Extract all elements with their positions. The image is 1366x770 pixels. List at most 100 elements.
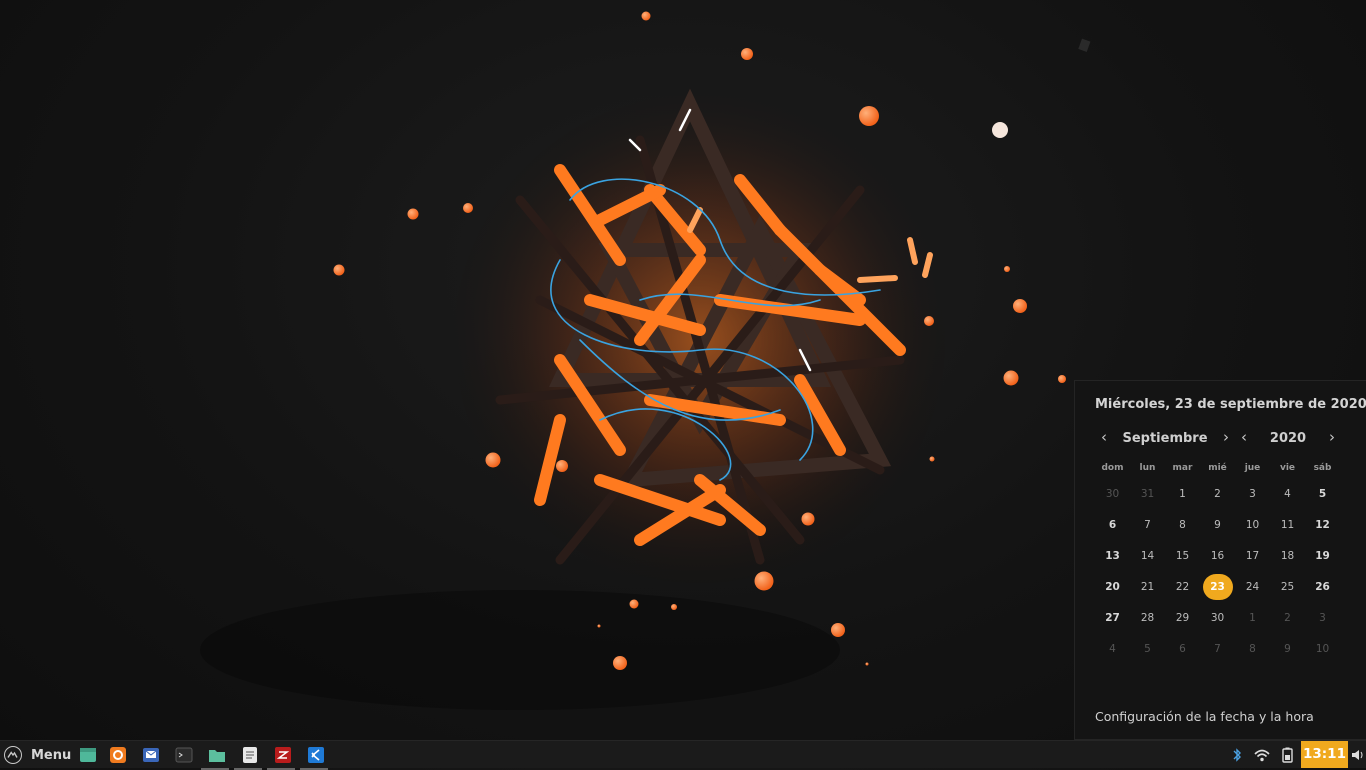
calendar-day-number: 6 [1179, 643, 1186, 655]
calendar-day[interactable]: 19 [1305, 541, 1340, 572]
menu-label: Menu [31, 747, 72, 763]
calendar-day-number: 6 [1108, 519, 1117, 531]
calendar-day[interactable]: 28 [1130, 603, 1165, 634]
calendar-day[interactable]: 24 [1235, 572, 1270, 603]
calendar-day[interactable]: 14 [1130, 541, 1165, 572]
calendar-popup: Miércoles, 23 de septiembre de 2020 ‹ Se… [1074, 380, 1366, 740]
calendar-day-number: 3 [1249, 488, 1256, 500]
weekday-label: lun [1139, 463, 1156, 473]
calendar-day-number: 13 [1105, 550, 1120, 562]
weekday-label: dom [1101, 463, 1124, 473]
calendar-day-number: 29 [1175, 612, 1190, 624]
calendar-day[interactable]: 4 [1095, 634, 1130, 665]
calendar-day-number: 7 [1144, 519, 1151, 531]
calendar-day-number: 10 [1245, 519, 1260, 531]
calendar-day[interactable]: 1 [1165, 479, 1200, 510]
calendar-day-number: 9 [1214, 519, 1221, 531]
weekday-label: jue [1244, 463, 1261, 473]
calendar-day[interactable]: 21 [1130, 572, 1165, 603]
battery-icon[interactable] [1276, 745, 1298, 765]
calendar-day[interactable]: 6 [1095, 510, 1130, 541]
calendar-day[interactable]: 3 [1235, 479, 1270, 510]
calendar-day-number: 7 [1214, 643, 1221, 655]
calendar-year: 2020 [1269, 431, 1307, 446]
calendar-day[interactable]: 30 [1200, 603, 1235, 634]
calendar-day[interactable]: 5 [1305, 479, 1340, 510]
wifi-icon[interactable] [1251, 745, 1273, 765]
calendar-day[interactable]: 31 [1130, 479, 1165, 510]
calendar-day-number: 8 [1179, 519, 1186, 531]
menu-button[interactable]: Menu [2, 743, 71, 767]
calendar-day[interactable]: 18 [1270, 541, 1305, 572]
calendar-day[interactable]: 8 [1235, 634, 1270, 665]
terminal-icon[interactable] [174, 745, 194, 765]
calendar-day[interactable]: 6 [1165, 634, 1200, 665]
calendar-grid: dom lun mar mié jue vie sáb 30 31 1 2 3 4 5 6 7 8… [1095, 457, 1359, 665]
calendar-day[interactable]: 16 [1200, 541, 1235, 572]
show-desktop-icon[interactable] [78, 745, 98, 765]
mail-icon[interactable] [141, 745, 161, 765]
chevron-right-icon[interactable]: › [1324, 429, 1340, 445]
date-time-settings-link[interactable]: Configuración de la fecha y la hora [1095, 709, 1314, 724]
calendar-day[interactable]: 15 [1165, 541, 1200, 572]
calendar-day[interactable]: 9 [1200, 510, 1235, 541]
calendar-day-number: 30 [1105, 488, 1120, 500]
calendar-day[interactable]: 30 [1095, 479, 1130, 510]
filezilla-icon[interactable] [267, 745, 295, 770]
calendar-day[interactable]: 7 [1130, 510, 1165, 541]
chevron-left-icon[interactable]: ‹ [1096, 429, 1112, 445]
calendar-day-number: 5 [1144, 643, 1151, 655]
calendar-day[interactable]: 2 [1270, 603, 1305, 634]
calendar-day-number: 2 [1284, 612, 1291, 624]
calendar-month: Septiembre [1122, 431, 1208, 446]
calendar-day-number: 19 [1315, 550, 1330, 562]
calendar-day[interactable]: 11 [1270, 510, 1305, 541]
calendar-day[interactable]: 25 [1270, 572, 1305, 603]
calendar-day[interactable]: 22 [1165, 572, 1200, 603]
calendar-day[interactable]: 8 [1165, 510, 1200, 541]
calendar-day[interactable]: 4 [1270, 479, 1305, 510]
clock[interactable]: 13:11 [1301, 741, 1348, 768]
calendar-day[interactable]: 12 [1305, 510, 1340, 541]
files-icon[interactable] [201, 745, 229, 770]
calendar-day-number: 21 [1140, 581, 1155, 593]
calendar-day-number: 17 [1245, 550, 1260, 562]
calendar-day[interactable]: 26 [1305, 572, 1340, 603]
calendar-day[interactable]: 23 [1200, 572, 1235, 603]
weekday-label: vie [1279, 463, 1296, 473]
calendar-day-number: 24 [1245, 581, 1260, 593]
calendar-day[interactable]: 20 [1095, 572, 1130, 603]
chevron-right-icon[interactable]: › [1218, 429, 1234, 445]
firefox-icon[interactable] [108, 745, 128, 765]
calendar-day[interactable]: 9 [1270, 634, 1305, 665]
calendar-day-number: 26 [1315, 581, 1330, 593]
calendar-day[interactable]: 3 [1305, 603, 1340, 634]
text-editor-icon[interactable] [234, 745, 262, 770]
calendar-day[interactable]: 17 [1235, 541, 1270, 572]
calendar-day[interactable]: 10 [1235, 510, 1270, 541]
calendar-day[interactable]: 5 [1130, 634, 1165, 665]
calendar-day[interactable]: 27 [1095, 603, 1130, 634]
bluetooth-icon[interactable] [1226, 745, 1248, 765]
calendar-day[interactable]: 13 [1095, 541, 1130, 572]
calendar-day[interactable]: 2 [1200, 479, 1235, 510]
calendar-day-number: 2 [1214, 488, 1221, 500]
calendar-day[interactable]: 29 [1165, 603, 1200, 634]
chevron-left-icon[interactable]: ‹ [1236, 429, 1252, 445]
calendar-day-number: 1 [1249, 612, 1256, 624]
vscode-icon[interactable] [300, 745, 328, 770]
weekday-label: mar [1172, 463, 1193, 473]
calendar-day-number: 10 [1315, 643, 1330, 655]
calendar-day[interactable]: 10 [1305, 634, 1340, 665]
calendar-day-number: 31 [1140, 488, 1155, 500]
calendar-day-number: 9 [1284, 643, 1291, 655]
calendar-day-number: 18 [1280, 550, 1295, 562]
calendar-day[interactable]: 1 [1235, 603, 1270, 634]
weekday-label: sáb [1313, 463, 1332, 473]
taskbar: Menu 13:11 [0, 740, 1366, 770]
calendar-day[interactable]: 7 [1200, 634, 1235, 665]
volume-icon[interactable] [1350, 745, 1366, 765]
calendar-day-number: 8 [1249, 643, 1256, 655]
calendar-full-date: Miércoles, 23 de septiembre de 2020 [1095, 397, 1366, 412]
calendar-day-number: 20 [1105, 581, 1120, 593]
